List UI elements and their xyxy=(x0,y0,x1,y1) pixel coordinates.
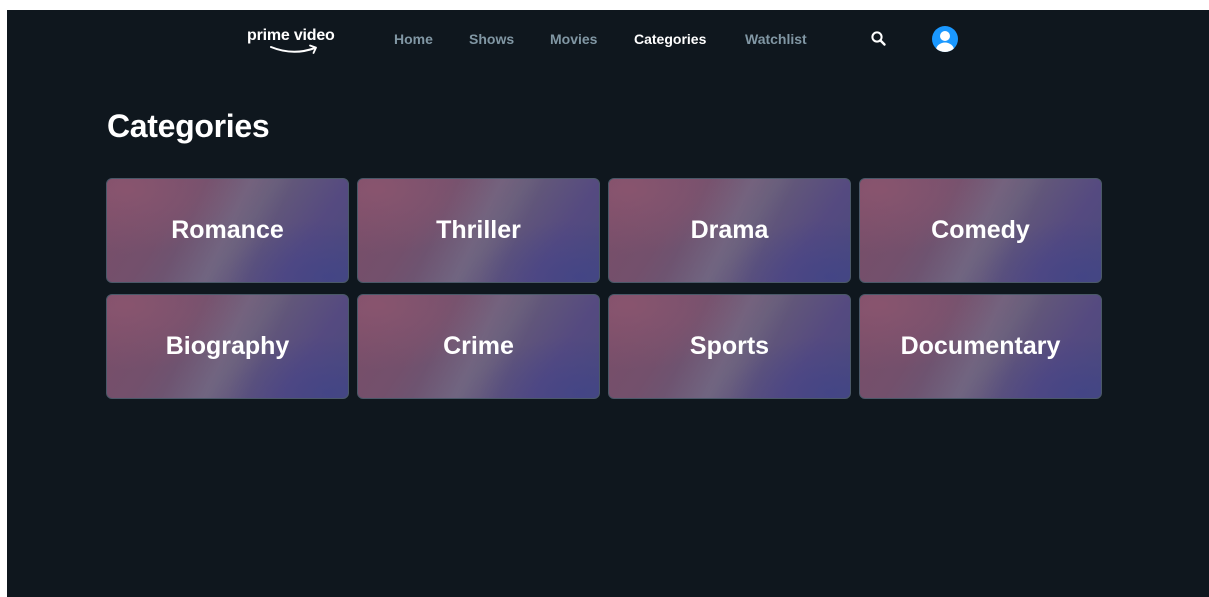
category-tile-drama[interactable]: Drama xyxy=(608,178,851,283)
category-tile-sports[interactable]: Sports xyxy=(608,294,851,399)
category-grid: Romance Thriller Drama Comedy Biography … xyxy=(106,178,1104,399)
nav-categories[interactable]: Categories xyxy=(634,31,706,47)
category-label: Crime xyxy=(443,332,514,360)
category-tile-biography[interactable]: Biography xyxy=(106,294,349,399)
category-label: Romance xyxy=(171,216,284,244)
category-tile-crime[interactable]: Crime xyxy=(357,294,600,399)
category-tile-thriller[interactable]: Thriller xyxy=(357,178,600,283)
category-label: Drama xyxy=(690,216,769,244)
top-nav: prime video Home Shows Movies Categories… xyxy=(7,10,1209,70)
category-label: Comedy xyxy=(931,216,1030,244)
search-button[interactable] xyxy=(869,29,889,49)
logo-wordmark: prime video xyxy=(247,27,335,44)
category-label: Biography xyxy=(165,332,290,360)
category-label: Documentary xyxy=(900,332,1061,360)
category-tile-comedy[interactable]: Comedy xyxy=(859,178,1102,283)
category-label: Thriller xyxy=(436,216,521,244)
nav-movies[interactable]: Movies xyxy=(550,31,597,47)
nav-watchlist[interactable]: Watchlist xyxy=(745,31,807,47)
profile-avatar[interactable] xyxy=(932,26,958,52)
user-avatar-icon xyxy=(936,31,954,52)
search-icon xyxy=(871,31,886,46)
app-window: prime video Home Shows Movies Categories… xyxy=(7,10,1209,597)
category-tile-romance[interactable]: Romance xyxy=(106,178,349,283)
nav-home[interactable]: Home xyxy=(394,31,433,47)
smile-arrow-icon xyxy=(270,44,317,54)
prime-video-logo[interactable]: prime video xyxy=(247,27,347,61)
category-tile-documentary[interactable]: Documentary xyxy=(859,294,1102,399)
category-label: Sports xyxy=(689,332,770,360)
page-title: Categories xyxy=(107,108,270,144)
nav-shows[interactable]: Shows xyxy=(469,31,514,47)
